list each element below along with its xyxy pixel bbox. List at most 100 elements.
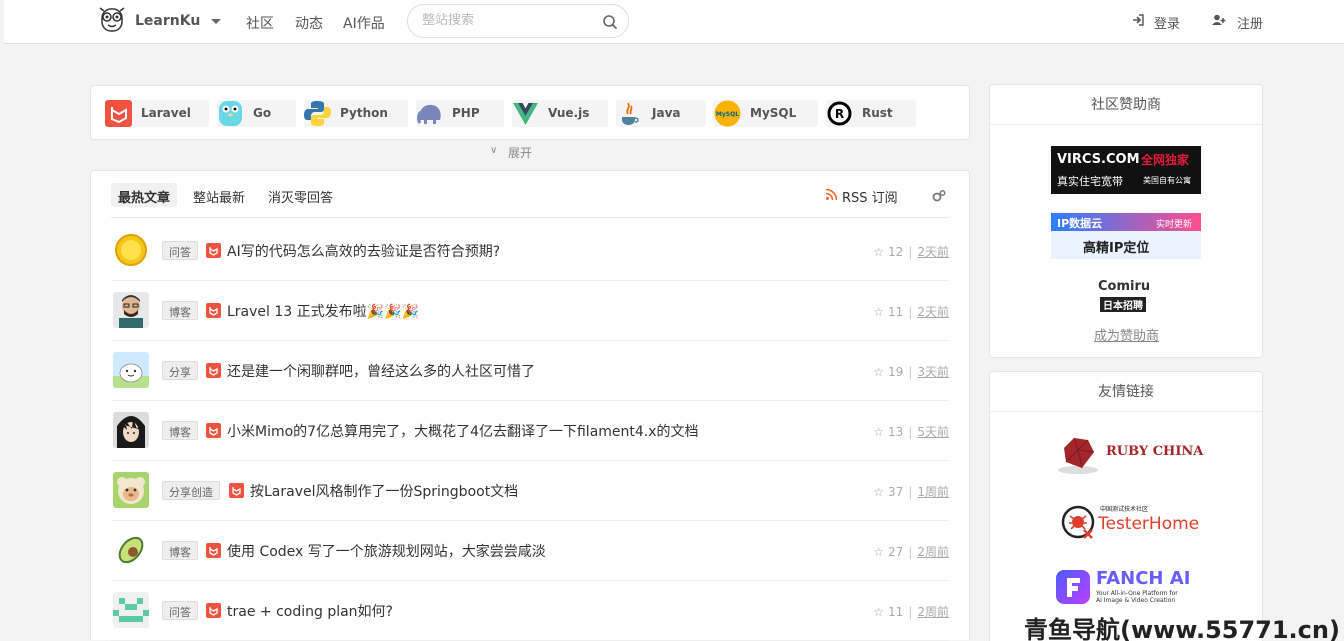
sponsor-vircs-banner[interactable]: VIRCS.COM 全网独家 真实住宅宽带 美国自有公寓 bbox=[1051, 146, 1201, 194]
avatar[interactable] bbox=[113, 292, 149, 328]
avatar[interactable] bbox=[113, 232, 149, 268]
tag-badge[interactable]: 分享创造 bbox=[162, 481, 220, 500]
article-row[interactable]: 博客 小米Mimo的7亿总算用完了，大概花了4亿去翻译了一下filament4.… bbox=[111, 401, 949, 461]
category-label: Python bbox=[340, 106, 388, 120]
tab-latest[interactable]: 整站最新 bbox=[186, 183, 252, 207]
category-java[interactable]: Java bbox=[616, 100, 706, 127]
tab-hottest[interactable]: 最热文章 bbox=[111, 183, 178, 207]
post-time[interactable]: 5天前 bbox=[917, 425, 949, 439]
article-meta: ☆ 11 | 2天前 bbox=[873, 305, 949, 319]
gears-icon[interactable] bbox=[932, 189, 946, 203]
post-time[interactable]: 2天前 bbox=[917, 245, 949, 259]
tag-badge[interactable]: 问答 bbox=[162, 601, 198, 620]
tag-badge[interactable]: 问答 bbox=[162, 241, 198, 260]
rss-subscribe-link[interactable]: RSS 订阅 bbox=[826, 187, 898, 206]
learnku-logo[interactable] bbox=[96, 5, 128, 35]
article-meta: ☆ 13 | 5天前 bbox=[873, 425, 949, 439]
category-python[interactable]: Python bbox=[304, 100, 408, 127]
star-count: 12 bbox=[888, 245, 904, 259]
post-time[interactable]: 2周前 bbox=[917, 545, 949, 559]
tab-unanswered[interactable]: 消灭零回答 bbox=[261, 183, 340, 207]
expand-categories-button[interactable]: ∨ 展开 bbox=[490, 144, 533, 161]
testerhome-bug-icon bbox=[1061, 505, 1095, 539]
article-row[interactable]: 博客 使用 Codex 写了一个旅游规划网站，大家尝尝咸淡 ☆ 27 | 2周前 bbox=[111, 521, 949, 581]
sponsor-comiru-logo[interactable]: Comiru 日本招聘 bbox=[1096, 279, 1156, 315]
login-link[interactable]: 登录 bbox=[1132, 13, 1180, 32]
laravel-icon bbox=[206, 543, 221, 558]
become-sponsor-link[interactable]: 成为赞助商 bbox=[1094, 325, 1159, 344]
article-row[interactable]: 问答 trae + coding plan如何? ☆ 11 | 2周前 bbox=[111, 581, 949, 641]
chevron-down-icon[interactable] bbox=[211, 19, 221, 24]
star-icon: ☆ bbox=[873, 305, 885, 319]
login-icon bbox=[1133, 14, 1144, 26]
comiru-name: Comiru bbox=[1098, 279, 1151, 294]
category-label: Java bbox=[652, 106, 681, 120]
category-mysql[interactable]: MySQL MySQL bbox=[714, 100, 818, 127]
add-user-icon bbox=[1212, 14, 1226, 25]
tag-badge[interactable]: 博客 bbox=[162, 541, 198, 560]
ipdata-tag: 实时更新 bbox=[1156, 220, 1193, 230]
category-label: MySQL bbox=[750, 106, 797, 120]
search-icon[interactable] bbox=[602, 14, 618, 30]
laravel-icon bbox=[206, 603, 221, 618]
friend-links-title: 友情链接 bbox=[990, 372, 1262, 412]
sponsor-title: 社区赞助商 bbox=[990, 85, 1262, 125]
fanch-ai-sub1: Your All-in-One Platform for bbox=[1096, 590, 1178, 597]
tag-badge[interactable]: 博客 bbox=[162, 421, 198, 440]
category-vue[interactable]: Vue.js bbox=[512, 100, 608, 127]
article-title-link[interactable]: 小米Mimo的7亿总算用完了，大概花了4亿去翻译了一下filament4.x的文… bbox=[227, 421, 699, 441]
avatar[interactable] bbox=[113, 412, 149, 448]
category-go[interactable]: Go bbox=[217, 100, 296, 127]
sponsor-ipdata-banner[interactable]: IP数据云 实时更新 高精IP定位 bbox=[1051, 213, 1201, 259]
star-count: 19 bbox=[888, 365, 904, 379]
article-title-link[interactable]: AI写的代码怎么高效的去验证是否符合预期? bbox=[227, 241, 500, 261]
rss-icon bbox=[826, 189, 837, 200]
article-row[interactable]: 博客 Lravel 13 正式发布啦🎉🎉🎉 ☆ 11 | 2天前 bbox=[111, 281, 949, 341]
search-input[interactable] bbox=[422, 13, 592, 28]
avatar[interactable] bbox=[113, 532, 149, 568]
post-time[interactable]: 2周前 bbox=[917, 605, 949, 619]
search-box[interactable] bbox=[407, 4, 629, 38]
article-row[interactable]: 问答 AI写的代码怎么高效的去验证是否符合预期? ☆ 12 | 2天前 bbox=[111, 221, 949, 281]
avatar[interactable] bbox=[113, 352, 149, 388]
category-label: Laravel bbox=[141, 106, 191, 120]
post-time[interactable]: 1周前 bbox=[917, 485, 949, 499]
category-php[interactable]: PHP bbox=[416, 100, 504, 127]
nav-community[interactable]: 社区 bbox=[246, 13, 274, 33]
article-title-link[interactable]: Lravel 13 正式发布啦🎉🎉🎉 bbox=[227, 301, 419, 321]
nav-activity[interactable]: 动态 bbox=[295, 13, 323, 33]
avatar[interactable] bbox=[113, 472, 149, 508]
testerhome-link[interactable]: 中国测试技术社区 TesterHome bbox=[1060, 502, 1210, 542]
article-title-link[interactable]: 按Laravel风格制作了一份Springboot文档 bbox=[250, 481, 518, 501]
article-row[interactable]: 分享创造 按Laravel风格制作了一份Springboot文档 ☆ 37 | 1周前 bbox=[111, 461, 949, 521]
rss-label: RSS 订阅 bbox=[842, 191, 898, 206]
friend-links-panel: 友情链接 RUBY CHINA 中国测试技术社区 TesterHome FANC… bbox=[989, 371, 1263, 641]
rust-icon: R bbox=[827, 101, 852, 126]
category-rust[interactable]: R Rust bbox=[826, 100, 916, 127]
article-feed: 最热文章 整站最新 消灭零回答 RSS 订阅 问答 AI写的代码怎么高效的去验证… bbox=[90, 170, 970, 641]
laravel-icon bbox=[229, 483, 244, 498]
ruby-china-link[interactable]: RUBY CHINA bbox=[1056, 432, 1206, 476]
fanch-ai-link[interactable]: FANCH AI Your All-in-One Platform for AI… bbox=[1056, 568, 1216, 608]
article-title-link[interactable]: 使用 Codex 写了一个旅游规划网站，大家尝尝咸淡 bbox=[227, 541, 546, 561]
testerhome-tagline: 中国测试技术社区 bbox=[1100, 506, 1149, 513]
article-meta: ☆ 19 | 3天前 bbox=[873, 365, 949, 379]
laravel-icon bbox=[206, 423, 221, 438]
category-laravel[interactable]: Laravel bbox=[105, 100, 209, 127]
post-time[interactable]: 2天前 bbox=[917, 305, 949, 319]
ipdata-title: IP数据云 bbox=[1057, 217, 1103, 230]
brand-name[interactable]: LearnKu bbox=[135, 13, 200, 29]
avatar[interactable] bbox=[113, 592, 149, 628]
tag-badge[interactable]: 博客 bbox=[162, 301, 198, 320]
register-link[interactable]: 注册 bbox=[1212, 13, 1263, 32]
article-title-link[interactable]: 还是建一个闲聊群吧，曾经这么多的人社区可惜了 bbox=[227, 361, 535, 381]
star-icon: ☆ bbox=[873, 245, 885, 259]
article-meta: ☆ 12 | 2天前 bbox=[873, 245, 949, 259]
tag-badge[interactable]: 分享 bbox=[162, 361, 198, 380]
expand-label: 展开 bbox=[508, 146, 533, 160]
post-time[interactable]: 3天前 bbox=[917, 365, 949, 379]
nav-ai-works[interactable]: AI作品 bbox=[343, 13, 385, 33]
article-row[interactable]: 分享 还是建一个闲聊群吧，曾经这么多的人社区可惜了 ☆ 19 | 3天前 bbox=[111, 341, 949, 401]
sponsor-panel: 社区赞助商 VIRCS.COM 全网独家 真实住宅宽带 美国自有公寓 IP数据云… bbox=[989, 84, 1263, 358]
article-title-link[interactable]: trae + coding plan如何? bbox=[227, 601, 393, 621]
